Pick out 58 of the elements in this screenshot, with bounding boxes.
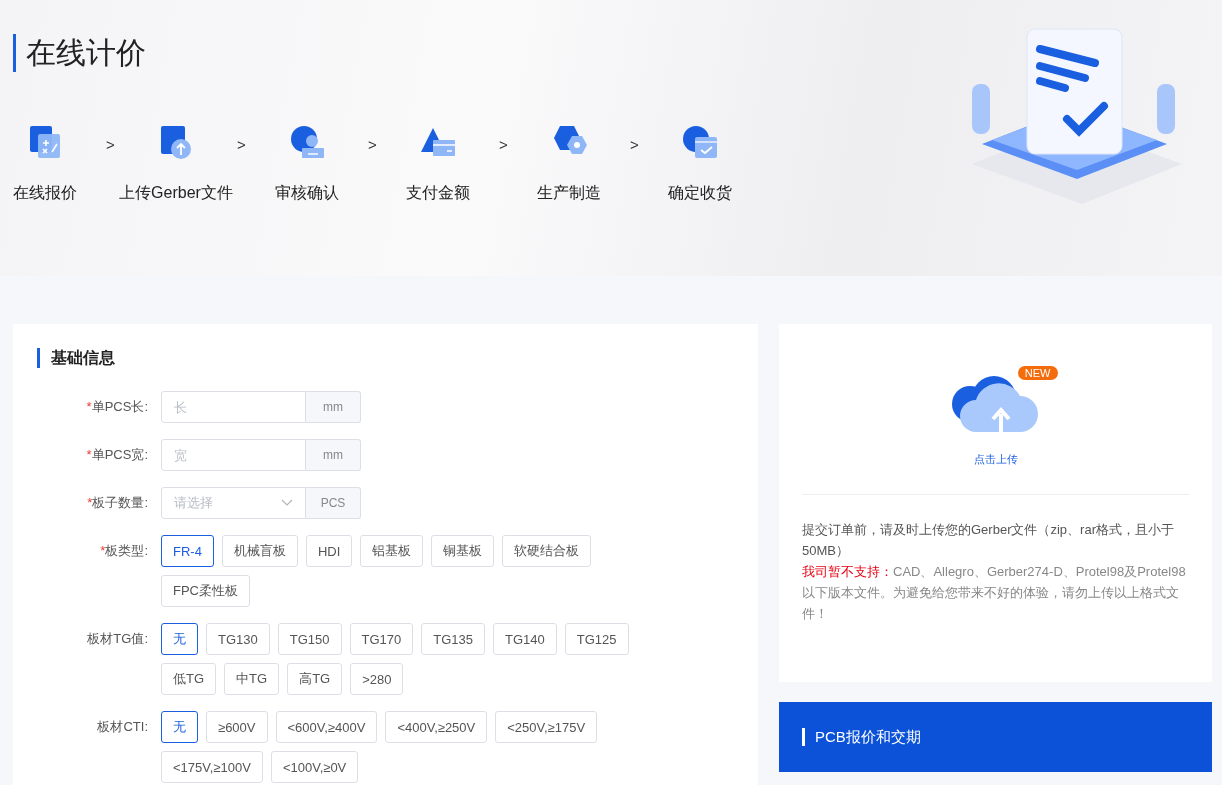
option-button[interactable]: 软硬结合板 [502,535,592,567]
field-label: *板子数量: [86,494,149,512]
option-button[interactable]: 中TG [224,663,280,695]
step-label: 确定收货 [668,183,732,203]
panel-title: PCB报价和交期 [802,728,921,746]
option-button[interactable]: FR-4 [161,535,214,567]
calendar-check-icon [681,124,719,160]
option-button[interactable]: <100V,≥0V [270,751,359,783]
option-button[interactable]: <250V,≥175V [495,711,598,743]
field-label: *单PCS长: [85,398,149,416]
chevron-down-icon [281,499,293,507]
option-button[interactable]: 无 [161,623,198,655]
option-button[interactable]: TG125 [564,623,629,655]
option-button[interactable]: >280 [350,663,404,695]
section-title: 基础信息 [37,348,758,368]
step-separator: > [236,136,247,153]
format-warning: 我司暂不支持：CAD、Allegro、Gerber274-D、Protel98及Protel98以下版本文件。为避免给您带来不好的体验，请勿上传以上格式文件！ [802,563,1187,623]
step-label: 在线报价 [13,183,77,203]
unit-label: PCS [306,487,361,519]
option-button[interactable]: 无 [161,711,198,743]
field-label: 板材TG值: [86,630,149,648]
new-badge: NEW [1017,366,1058,380]
input-field[interactable]: 宽 [161,439,306,471]
option-button[interactable]: 铜基板 [431,535,495,567]
option-button[interactable]: TG170 [349,623,414,655]
user-badge-icon [288,124,326,160]
option-button[interactable]: TG140 [493,623,557,655]
option-button[interactable]: TG130 [206,623,270,655]
step-separator: > [629,136,640,153]
option-button[interactable]: TG150 [277,623,342,655]
page-title: 在线计价 [13,34,745,72]
step-label: 支付金额 [406,183,470,203]
step-label: 上传Gerber文件 [119,183,233,203]
upload-note: 提交订单前，请及时上传您的Gerber文件（zip、rar格式，且小于50MB） [802,521,1175,560]
field-label: *板类型: [99,542,149,560]
option-button[interactable]: ≥600V [206,711,268,743]
step-separator: > [498,136,509,153]
option-button[interactable]: FPC柔性板 [161,575,250,607]
option-button[interactable]: <600V,≥400V [275,711,378,743]
step-label: 生产制造 [537,183,601,203]
field-label: 板材CTI: [96,718,149,736]
select-placeholder: 请选择 [174,494,213,512]
option-button[interactable]: TG135 [421,623,485,655]
option-button[interactable]: <400V,≥250V [385,711,488,743]
option-button[interactable]: HDI [305,535,353,567]
step-separator: > [105,136,116,153]
step-label: 审核确认 [275,183,339,203]
step-separator: > [367,136,378,153]
option-button[interactable]: 铝基板 [360,535,424,567]
unit-label: mm [306,391,361,423]
option-button[interactable]: <175V,≥100V [161,751,263,783]
unit-label: mm [306,439,361,471]
upload-link[interactable]: 点击上传 [973,452,1018,467]
input-field[interactable]: 长 [161,391,306,423]
option-button[interactable]: 高TG [287,663,343,695]
option-button[interactable]: 机械盲板 [221,535,298,567]
field-label: *单PCS宽: [85,446,149,464]
option-button[interactable]: 低TG [161,663,217,695]
